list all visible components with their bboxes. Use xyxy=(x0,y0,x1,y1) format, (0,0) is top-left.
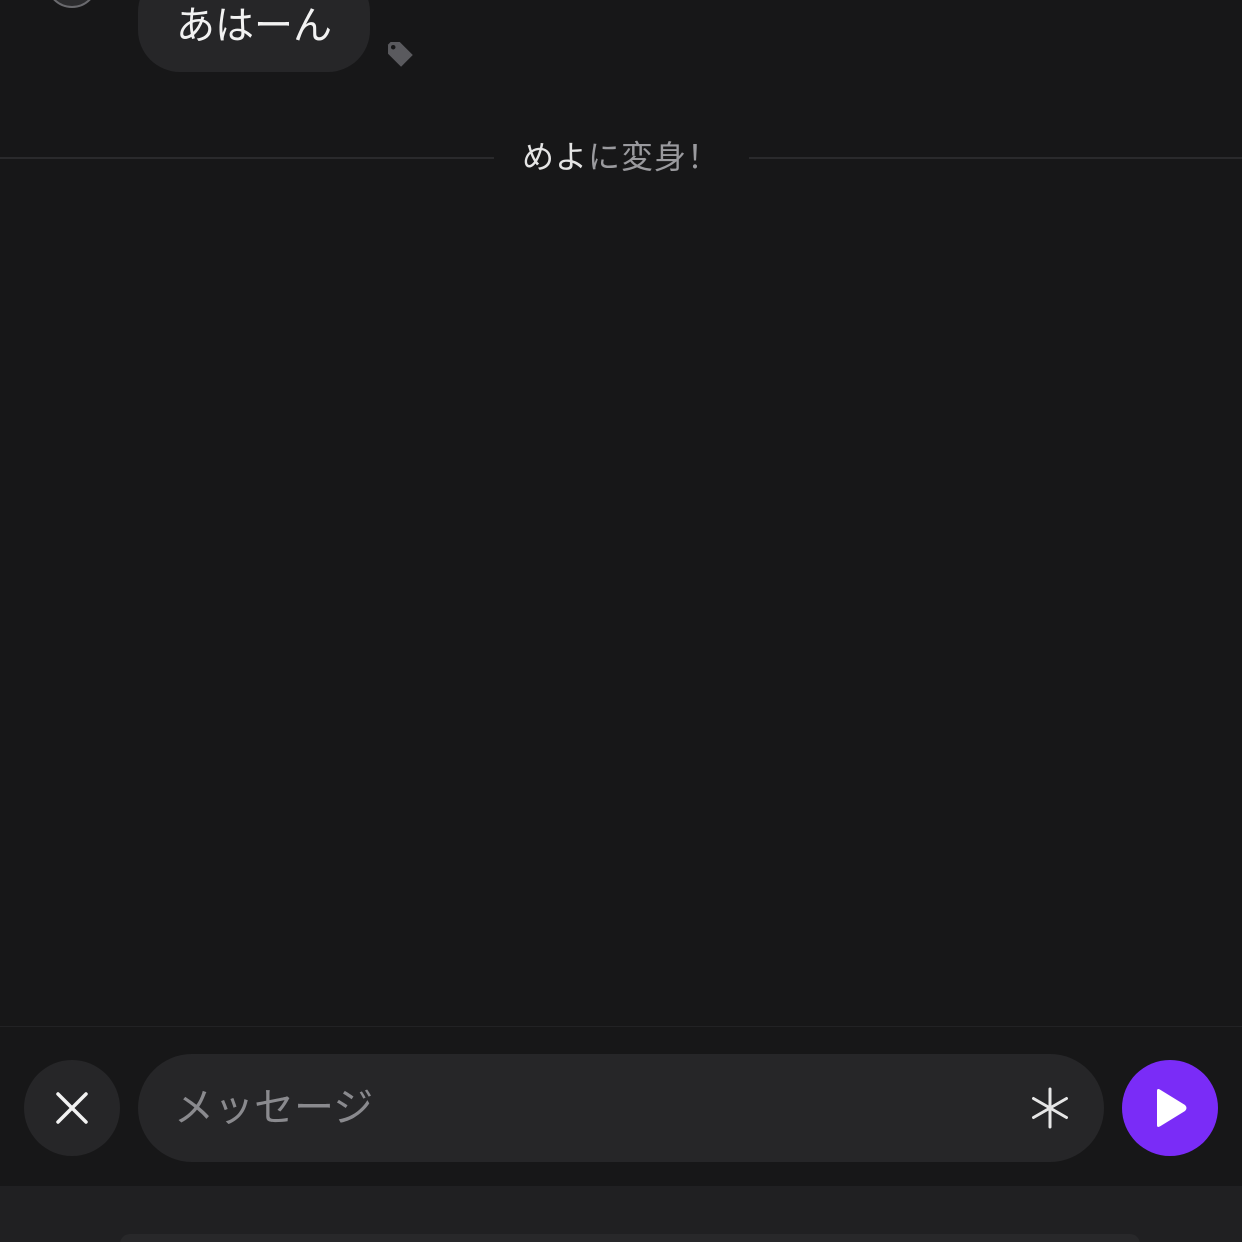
tag-icon[interactable] xyxy=(384,38,418,72)
avatar[interactable] xyxy=(46,0,98,8)
play-icon xyxy=(1157,1089,1187,1127)
bottom-panel-handle xyxy=(120,1234,1140,1242)
message-bubble[interactable]: あはーん xyxy=(138,0,371,72)
message-composer xyxy=(0,1026,1242,1186)
close-icon xyxy=(56,1092,88,1124)
system-notice-suffix: に変身！ xyxy=(588,138,721,176)
system-notice: めよに変身！ xyxy=(0,134,1242,180)
system-notice-text: めよに変身！ xyxy=(0,134,1242,180)
chat-area[interactable]: あはーん めよに変身！ xyxy=(0,0,1242,1026)
message-text: あはーん xyxy=(176,4,333,49)
close-button[interactable] xyxy=(24,1060,120,1156)
send-button[interactable] xyxy=(1122,1060,1218,1156)
bottom-panel xyxy=(0,1186,1242,1242)
chat-screen: あはーん めよに変身！ xyxy=(0,0,1242,1242)
asterisk-icon[interactable] xyxy=(1028,1086,1072,1130)
message-input-container[interactable] xyxy=(138,1054,1104,1162)
message-input[interactable] xyxy=(174,1054,1014,1162)
system-notice-name: めよ xyxy=(521,138,588,176)
